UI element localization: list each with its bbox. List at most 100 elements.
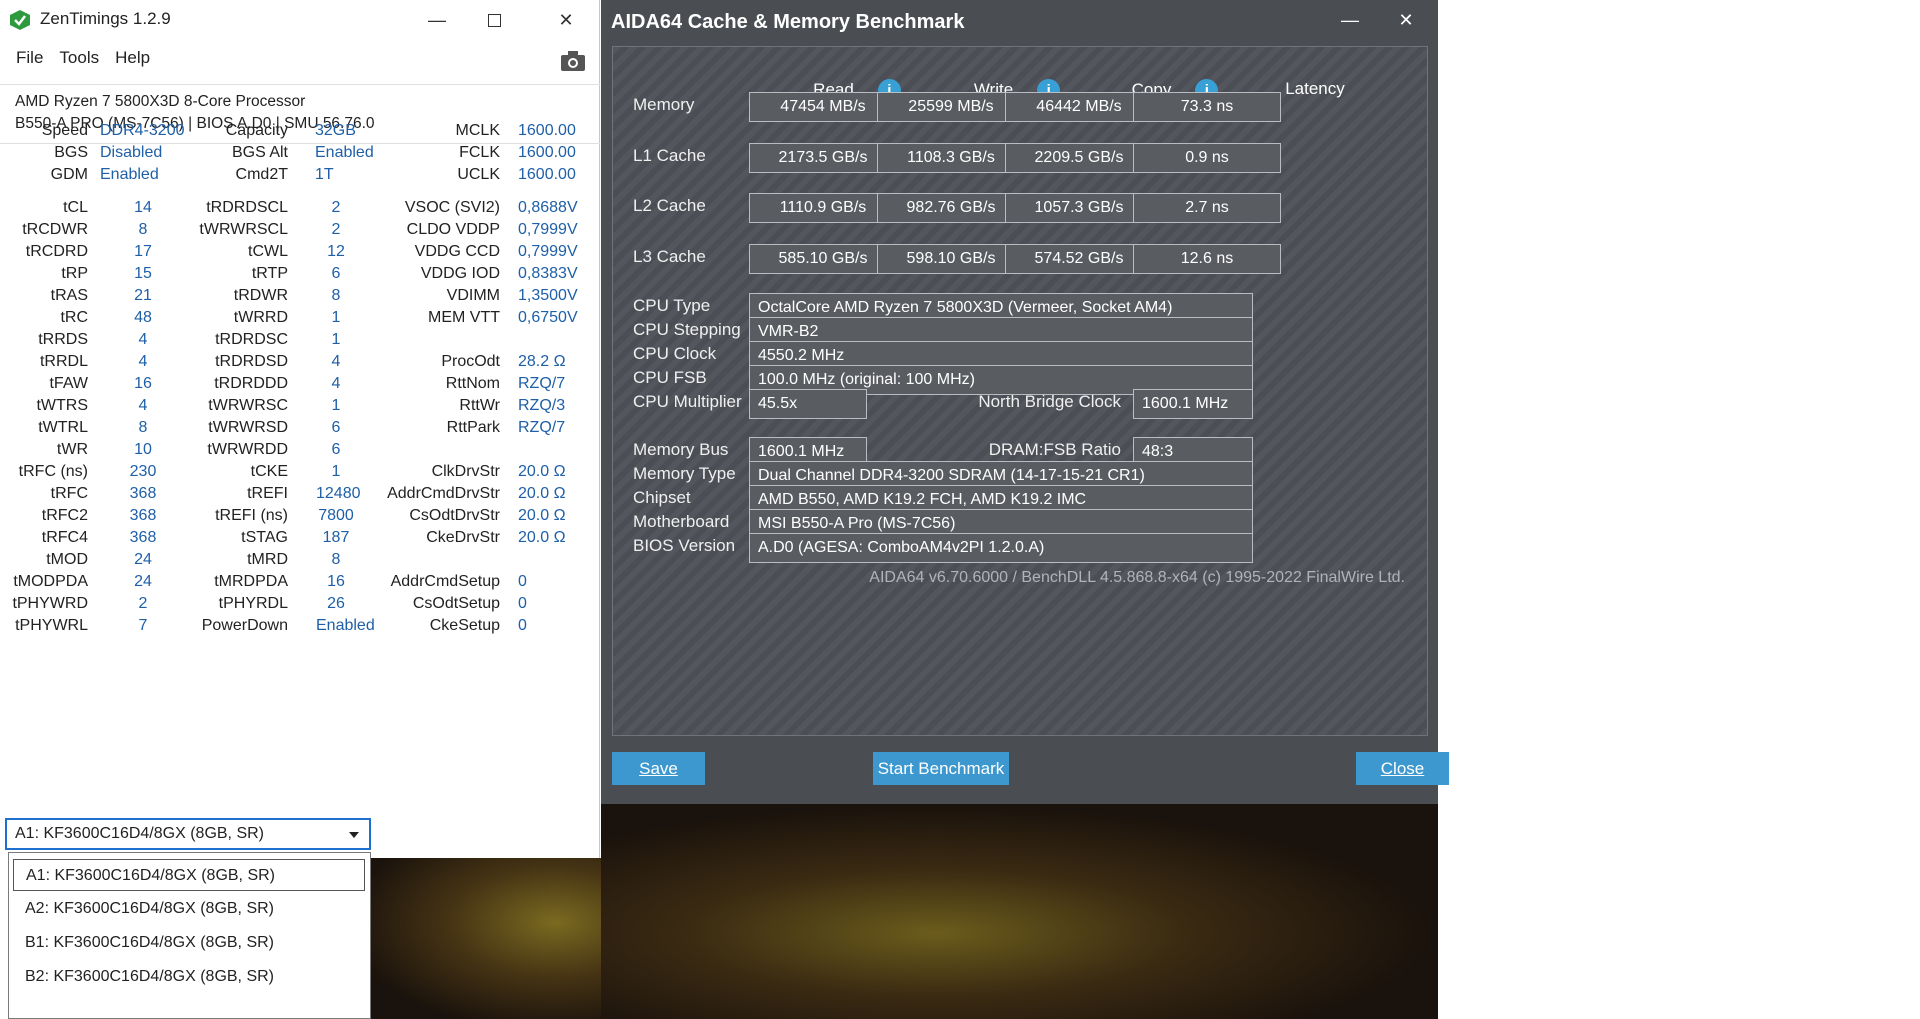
save-button[interactable]: Save <box>612 752 705 785</box>
module-option[interactable]: A2: KF3600C16D4/8GX (8GB, SR) <box>13 893 365 925</box>
timing-row: tRRDL 4 tRDRDSD 4 ProcOdt 28.2 Ω <box>0 353 600 375</box>
timing-label: tFAW <box>49 375 88 392</box>
memory-type-label: Memory Type <box>633 464 736 483</box>
desktop: ZenTimings 1.2.9 — ✕ File Tools Help AMD… <box>0 0 1920 1019</box>
timing-value: Enabled <box>100 166 159 183</box>
bench-latency-value: 12.6 ns <box>1133 243 1281 274</box>
timing-value: 14 <box>134 199 152 216</box>
bios-version-value: A.D0 (AGESA: ComboAM4v2PI 1.2.0.A) <box>749 533 1253 563</box>
timing-label: tRRDS <box>38 331 88 348</box>
dropdown-arrow-icon <box>349 832 359 838</box>
timing-label: tRRDL <box>39 353 88 370</box>
aida-minimize-button[interactable]: — <box>1320 0 1380 40</box>
timing-value: 6 <box>331 441 341 458</box>
timing-value: 15 <box>134 265 152 282</box>
timing-value: 10 <box>134 441 152 458</box>
timing-label: CsOdtSetup <box>412 595 500 612</box>
timing-value: 7 <box>138 617 148 634</box>
module-option[interactable]: A1: KF3600C16D4/8GX (8GB, SR) <box>13 859 365 891</box>
timing-label: AddrCmdSetup <box>390 573 500 590</box>
dram-ratio-label: DRAM:FSB Ratio <box>988 440 1121 459</box>
timing-label: CkeSetup <box>429 617 500 634</box>
cpu-multiplier-label: CPU Multiplier <box>633 392 742 411</box>
timing-label: tWTRL <box>38 419 88 436</box>
timing-value: 0,6750V <box>518 309 578 326</box>
timing-label: ClkDrvStr <box>431 463 500 480</box>
timing-value: 24 <box>134 551 152 568</box>
zen-close-button[interactable]: ✕ <box>536 0 596 40</box>
timing-value: Disabled <box>100 144 163 161</box>
timing-label: tRCDRD <box>25 243 88 260</box>
zentimings-window: ZenTimings 1.2.9 — ✕ File Tools Help AMD… <box>0 0 600 858</box>
timing-label: tMODPDA <box>13 573 88 590</box>
timing-row: tPHYWRL 7 PowerDown Enabled CkeSetup 0 <box>0 617 600 639</box>
aida-titlebar[interactable]: AIDA64 Cache & Memory Benchmark — ✕ <box>601 0 1438 42</box>
maximize-icon <box>487 13 501 27</box>
menu-file[interactable]: File <box>0 48 51 76</box>
start-benchmark-button[interactable]: Start Benchmark <box>873 752 1009 785</box>
timing-label: Speed <box>41 122 88 139</box>
bios-version-label: BIOS Version <box>633 536 736 555</box>
timing-value: 2 <box>331 199 341 216</box>
timing-label: tPHYRDL <box>218 595 288 612</box>
nb-clock-label: North Bridge Clock <box>978 392 1121 411</box>
timing-value: 20.0 Ω <box>518 463 566 480</box>
bench-latency-value: 0.9 ns <box>1133 142 1281 173</box>
timing-label: tWRWRDD <box>207 441 288 458</box>
timing-label: tRFC (ns) <box>18 463 88 480</box>
zen-title: ZenTimings 1.2.9 <box>40 9 171 28</box>
bench-copy-value: 2209.5 GB/s <box>1005 142 1153 173</box>
zen-titlebar[interactable]: ZenTimings 1.2.9 — ✕ <box>0 0 600 40</box>
timing-label: CsOdtDrvStr <box>409 507 500 524</box>
timing-value: 48 <box>134 309 152 326</box>
timing-value: RZQ/3 <box>518 397 566 414</box>
bench-write-value: 1108.3 GB/s <box>877 142 1025 173</box>
timing-value: RZQ/7 <box>518 419 566 436</box>
timing-label: tRFC4 <box>41 529 88 546</box>
timing-value: 6 <box>331 265 341 282</box>
timing-row: tRCDWR 8 tWRWRSCL 2 CLDO VDDP 0,7999V <box>0 221 600 243</box>
timing-value: 32GB <box>315 122 356 139</box>
menu-help[interactable]: Help <box>107 48 158 76</box>
timing-label: FCLK <box>459 144 500 161</box>
module-option[interactable]: B1: KF3600C16D4/8GX (8GB, SR) <box>13 927 365 959</box>
bench-copy-value: 574.52 GB/s <box>1005 243 1153 274</box>
bench-write-value: 25599 MB/s <box>877 92 1025 122</box>
timing-label: tRCDWR <box>22 221 88 238</box>
zen-maximize-button[interactable] <box>464 0 524 40</box>
timing-label: tRDRDSC <box>215 331 288 348</box>
camera-icon[interactable] <box>560 50 586 72</box>
timing-label: tRDRDSD <box>215 353 288 370</box>
timing-label: CLDO VDDP <box>406 221 500 238</box>
module-select[interactable]: A1: KF3600C16D4/8GX (8GB, SR) <box>5 818 371 850</box>
aida-close-button[interactable]: ✕ <box>1376 0 1436 40</box>
timing-label: MCLK <box>455 122 500 139</box>
close-button[interactable]: Close <box>1356 752 1449 785</box>
module-select-value: A1: KF3600C16D4/8GX (8GB, SR) <box>15 825 264 842</box>
timing-label: tRC <box>60 309 88 326</box>
menu-tools[interactable]: Tools <box>51 48 107 76</box>
timing-row: tPHYWRD 2 tPHYRDL 26 CsOdtSetup 0 <box>0 595 600 617</box>
module-option[interactable]: B2: KF3600C16D4/8GX (8GB, SR) <box>13 961 365 993</box>
cpu-fsb-label: CPU FSB <box>633 368 707 387</box>
zen-minimize-button[interactable]: — <box>407 0 467 40</box>
timing-value: 28.2 Ω <box>518 353 566 370</box>
timing-value: Enabled <box>315 144 374 161</box>
timing-label: MEM VTT <box>428 309 500 326</box>
timing-value: DDR4-3200 <box>100 122 185 139</box>
timing-value: 8 <box>331 287 341 304</box>
timing-label: tRP <box>61 265 88 282</box>
zentimings-logo-icon <box>10 10 30 30</box>
timing-label: VDDG IOD <box>420 265 500 282</box>
timing-value: 24 <box>134 573 152 590</box>
bench-latency-value: 2.7 ns <box>1133 193 1281 223</box>
timing-row: tRCDRD 17 tCWL 12 VDDG CCD 0,7999V <box>0 243 600 265</box>
timing-label: RttWr <box>459 397 500 414</box>
timing-value: 368 <box>129 507 157 524</box>
timing-value: 0,8383V <box>518 265 578 282</box>
timing-value: 0 <box>518 595 527 612</box>
timing-value: 1 <box>331 309 341 326</box>
bench-row-label: L3 Cache <box>633 246 706 266</box>
timing-label: tMRD <box>247 551 288 568</box>
timing-label: RttNom <box>445 375 500 392</box>
